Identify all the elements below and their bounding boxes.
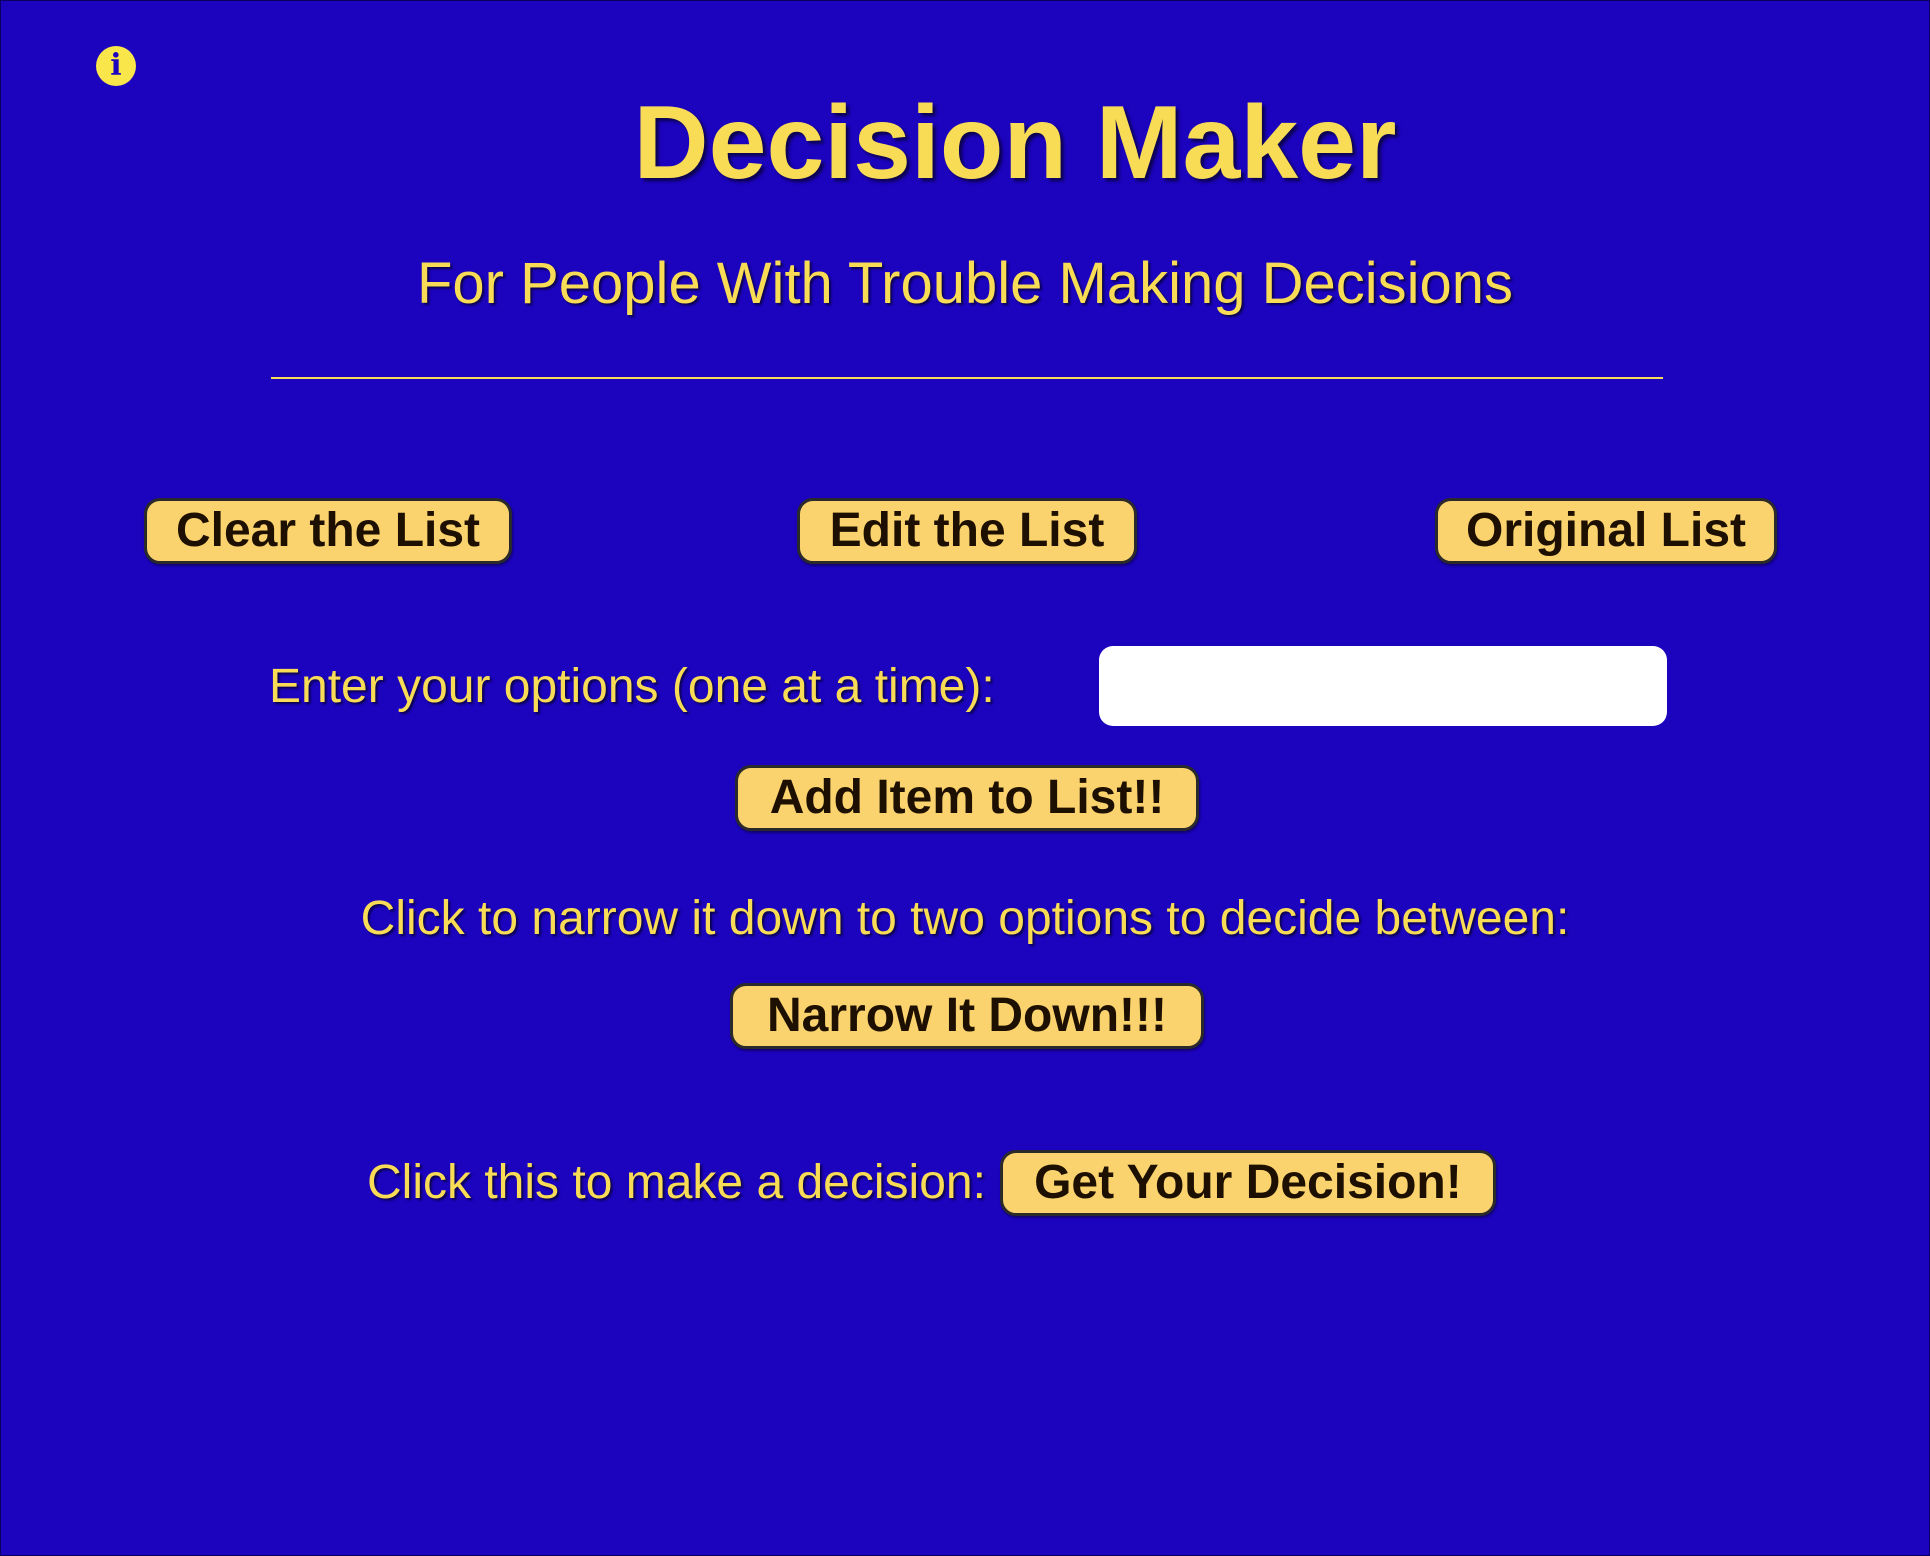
info-icon[interactable]: i: [96, 46, 136, 86]
decision-row: Click this to make a decision: Get Your …: [367, 1150, 1496, 1216]
options-input-label: Enter your options (one at a time):: [269, 660, 995, 713]
options-input[interactable]: [1099, 646, 1667, 726]
clear-list-button[interactable]: Clear the List: [144, 498, 512, 564]
add-item-button[interactable]: Add Item to List!!: [735, 765, 1199, 831]
original-list-button[interactable]: Original List: [1435, 498, 1777, 564]
app-page: i Decision Maker For People With Trouble…: [0, 0, 1930, 1556]
decision-prompt: Click this to make a decision:: [367, 1156, 986, 1209]
narrow-down-button[interactable]: Narrow It Down!!!: [730, 983, 1204, 1049]
page-title: Decision Maker: [633, 85, 1397, 201]
get-decision-button[interactable]: Get Your Decision!: [999, 1150, 1496, 1216]
narrow-prompt: Click to narrow it down to two options t…: [360, 892, 1570, 945]
divider: [271, 377, 1663, 379]
edit-list-button[interactable]: Edit the List: [797, 498, 1137, 564]
page-subtitle: For People With Trouble Making Decisions: [416, 251, 1514, 316]
